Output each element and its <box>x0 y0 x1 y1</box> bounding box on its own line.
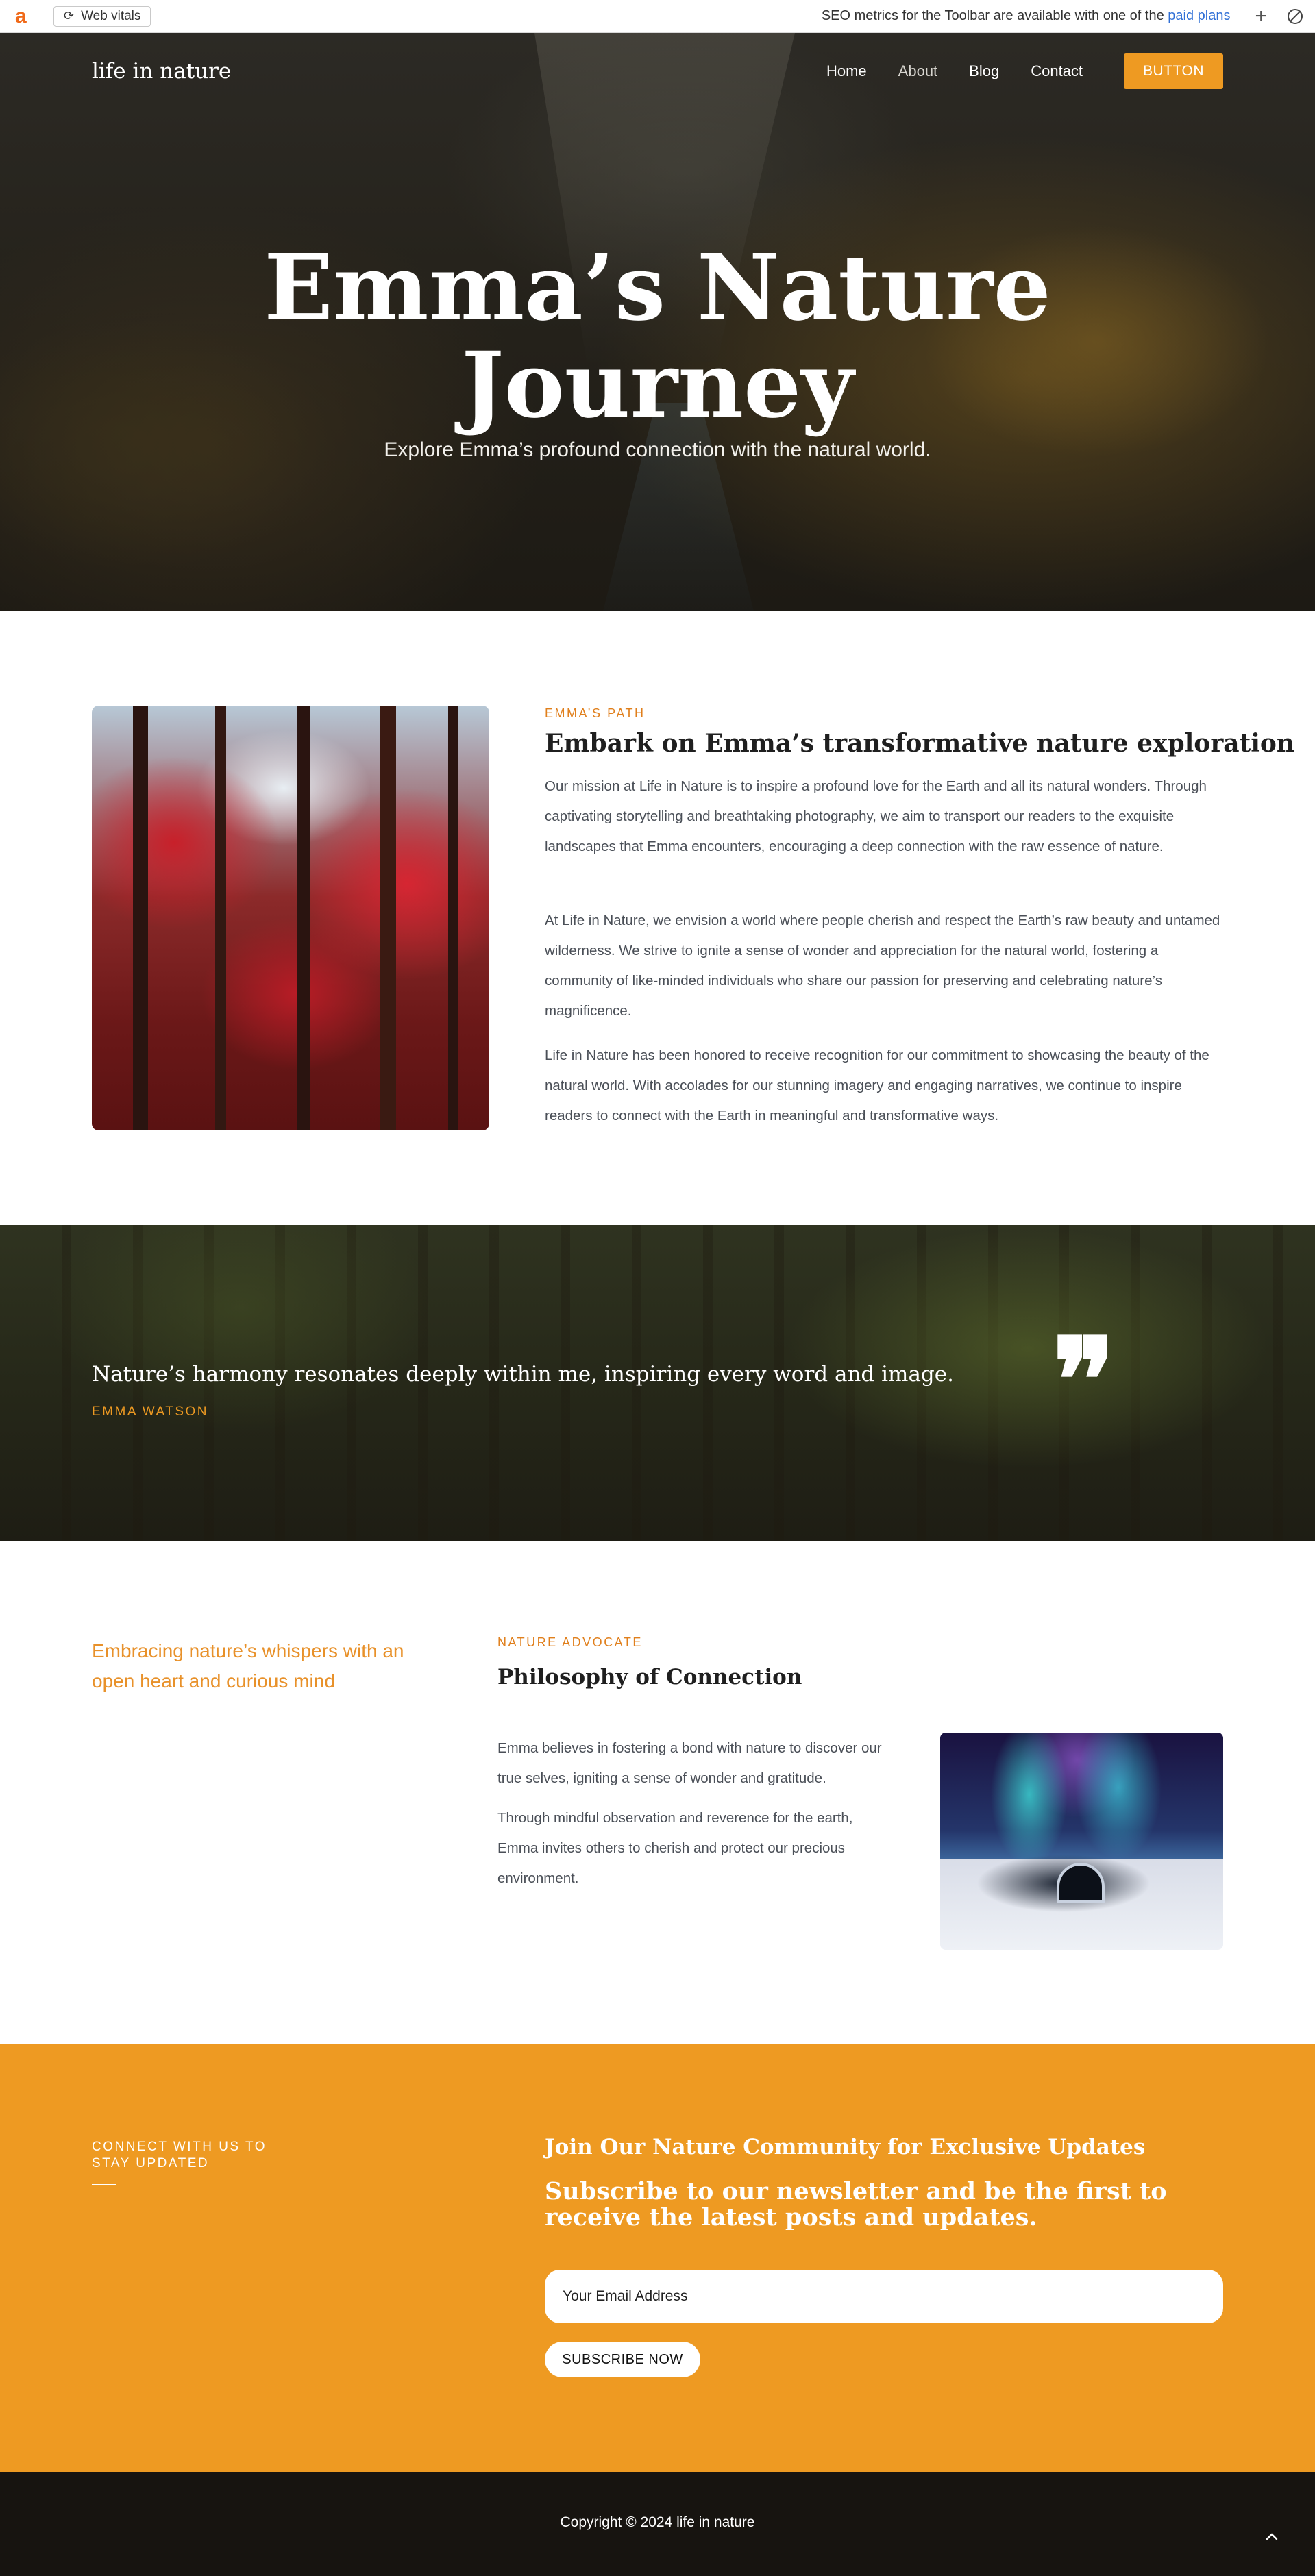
hero-title: Emma’s Nature Journey <box>0 240 1315 434</box>
top-navigation: life in nature Home About Blog Contact B… <box>0 33 1315 111</box>
nav-about[interactable]: About <box>898 62 938 80</box>
ice-tunnel-shape <box>1057 1863 1105 1903</box>
web-vitals-button[interactable]: ⟳ Web vitals <box>53 5 151 27</box>
newsletter-section <box>0 2044 1315 2472</box>
chevron-up-icon[interactable] <box>1263 2528 1281 2546</box>
plus-icon[interactable]: + <box>1255 5 1267 27</box>
subscribe-button[interactable]: SUBSCRIBE NOW <box>545 2342 700 2377</box>
nav-blog[interactable]: Blog <box>969 62 999 80</box>
red-forest-photo <box>92 706 489 1130</box>
philosophy-title: Philosophy of Connection <box>497 1665 802 1689</box>
toolbar-message: SEO metrics for the Toolbar are availabl… <box>822 8 1231 24</box>
reload-icon: ⟳ <box>64 9 75 23</box>
quote-mark-icon: ❞ <box>1053 1312 1116 1449</box>
newsletter-divider <box>92 2184 116 2185</box>
quote-text: Nature’s harmony resonates deeply within… <box>92 1362 954 1387</box>
newsletter-subheading: Subscribe to our newsletter and be the f… <box>545 2177 1167 2231</box>
nav-contact[interactable]: Contact <box>1031 62 1083 80</box>
about-paragraph-1: Our mission at Life in Nature is to insp… <box>545 778 1207 854</box>
block-icon[interactable] <box>1288 8 1303 24</box>
newsletter-heading: Join Our Nature Community for Exclusive … <box>545 2135 1146 2159</box>
philosophy-eyebrow: NATURE ADVOCATE <box>497 1635 643 1649</box>
nav-menu: Home About Blog Contact BUTTON <box>795 53 1223 89</box>
philosophy-paragraph-1: Emma believes in fostering a bond with n… <box>497 1740 882 1786</box>
email-field[interactable] <box>545 2270 1223 2323</box>
philosophy-paragraph-2: Through mindful observation and reverenc… <box>497 1810 853 1886</box>
about-title: Embark on Emma’s transformative nature e… <box>545 729 1295 758</box>
web-vitals-label: Web vitals <box>81 8 141 23</box>
site-brand[interactable]: life in nature <box>92 59 231 84</box>
paid-plans-link[interactable]: paid plans <box>1168 8 1230 23</box>
seo-toolbar: a ⟳ Web vitals SEO metrics for the Toolb… <box>0 0 1315 33</box>
about-paragraph-2: At Life in Nature, we envision a world w… <box>545 913 1220 1019</box>
about-paragraph-3: Life in Nature has been honored to recei… <box>545 1048 1209 1124</box>
nav-home[interactable]: Home <box>826 62 867 80</box>
newsletter-eyebrow: CONNECT WITH US TO STAY UPDATED <box>92 2140 267 2170</box>
aurora-ice-tunnel-photo <box>940 1733 1223 1950</box>
hero-subtitle: Explore Emma’s profound connection with … <box>384 438 931 461</box>
hero-title-line1: Emma’s Nature <box>264 235 1051 341</box>
toolbar-message-text: SEO metrics for the Toolbar are availabl… <box>821 8 1164 23</box>
philosophy-lead: Embracing nature’s whispers with an open… <box>92 1640 404 1692</box>
footer-copyright: Copyright © 2024 life in nature <box>560 2514 755 2530</box>
nav-cta-button[interactable]: BUTTON <box>1124 53 1223 89</box>
toolbar-logo[interactable]: a <box>15 5 34 27</box>
hero-title-line2: Journey <box>461 332 854 438</box>
quote-author: EMMA WATSON <box>92 1404 208 1419</box>
about-eyebrow: EMMA’S PATH <box>545 706 646 720</box>
